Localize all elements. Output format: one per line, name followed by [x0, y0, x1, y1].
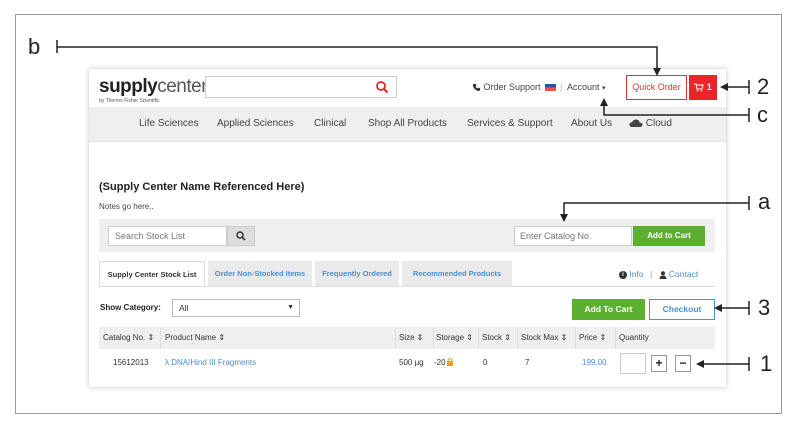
sort-icon: ⇕ — [599, 333, 607, 342]
sort-icon: ⇕ — [560, 333, 568, 342]
nav-services-support[interactable]: Services & Support — [467, 107, 553, 141]
nav-applied-sciences[interactable]: Applied Sciences — [217, 107, 294, 141]
row-price: 199.00 — [582, 358, 607, 367]
checkout-button[interactable]: Checkout — [649, 299, 715, 320]
nav-clinical[interactable]: Clinical — [314, 107, 346, 141]
main-nav: Life Sciences Applied Sciences Clinical … — [89, 107, 726, 142]
tab-frequently-ordered[interactable]: Frequently Ordered — [315, 261, 399, 287]
sort-icon: ⇕ — [218, 333, 226, 342]
column-divider — [517, 327, 518, 349]
sort-icon: ⇕ — [416, 333, 424, 342]
order-support-link[interactable]: Order Support — [472, 82, 556, 92]
annotation-label-a: a — [758, 189, 771, 214]
nav-cloud[interactable]: Cloud — [629, 107, 672, 141]
flag-icon — [544, 84, 556, 92]
site-search-input[interactable] — [210, 78, 374, 98]
chevron-down-icon: ▾ — [602, 85, 606, 92]
info-icon: i — [619, 270, 627, 279]
tab-order-non-stocked-items[interactable]: Order Non-Stocked Items — [208, 261, 312, 287]
account-menu[interactable]: Account ▾ — [567, 82, 606, 92]
column-divider — [575, 327, 576, 349]
quantity-minus-button[interactable]: − — [675, 355, 691, 372]
row-storage: -20 — [434, 353, 454, 373]
nav-cloud-label: Cloud — [645, 118, 672, 129]
quantity-plus-button[interactable]: + — [651, 355, 667, 372]
order-support-label: Order Support — [483, 82, 541, 92]
cloud-icon — [629, 119, 643, 128]
nav-life-sciences[interactable]: Life Sciences — [139, 107, 198, 141]
table-header: Catalog No. ⇕ Product Name ⇕ Size ⇕ Stor… — [99, 327, 715, 349]
quick-order-button[interactable]: Quick Order — [626, 75, 687, 100]
search-icon — [236, 231, 246, 241]
col-quantity: Quantity — [619, 333, 649, 342]
page-notes: Notes go here.. — [99, 202, 154, 211]
row-product-link[interactable]: λ DNA/Hind III Fragments — [165, 353, 256, 373]
row-stock-max: 7 — [525, 358, 530, 367]
tab-recommended-products[interactable]: Recommended Products — [402, 261, 512, 287]
col-stock[interactable]: Stock ⇕ — [482, 327, 511, 349]
annotation-label-1: 1 — [760, 351, 773, 376]
annotation-label-2: 2 — [757, 74, 770, 99]
logo[interactable]: supplycenter by Thermo Fisher Scientific — [99, 76, 208, 105]
column-divider — [160, 327, 161, 349]
add-to-cart-list-button[interactable]: Add To Cart — [572, 299, 645, 320]
category-select[interactable]: All ▼ — [172, 299, 300, 317]
logo-bold: supply — [99, 76, 158, 97]
cart-button[interactable]: 1 — [689, 75, 717, 100]
contact-link[interactable]: Contact — [669, 269, 698, 279]
site-search — [205, 76, 397, 98]
catalog-number-input[interactable] — [514, 226, 632, 246]
tab-underline — [99, 286, 715, 287]
cart-icon — [694, 83, 704, 92]
add-to-cart-button[interactable]: Add to Cart — [633, 226, 705, 246]
col-storage[interactable]: Storage ⇕ — [436, 327, 473, 349]
account-label: Account — [567, 82, 600, 92]
sort-icon: ⇕ — [466, 333, 473, 342]
sort-icon: ⇕ — [504, 333, 511, 342]
supply-center-window: supplycenter by Thermo Fisher Scientific… — [89, 69, 726, 387]
tab-supply-center-stock-list[interactable]: Supply Center Stock List — [99, 261, 205, 287]
sort-icon: ⇕ — [147, 333, 155, 342]
col-price[interactable]: Price ⇕ — [579, 327, 606, 349]
annotation-label-3: 3 — [758, 295, 771, 320]
stock-search-button[interactable] — [227, 226, 255, 246]
col-catalog-no[interactable]: Catalog No. ⇕ — [103, 327, 154, 349]
logo-subtitle: by Thermo Fisher Scientific — [99, 98, 160, 104]
annotation-label-c: c — [757, 102, 768, 127]
annotation-label-b: b — [28, 34, 41, 59]
phone-icon — [472, 84, 481, 92]
nav-shop-all-products[interactable]: Shop All Products — [368, 107, 447, 141]
row-size: 500 µg — [399, 358, 424, 367]
col-product-name[interactable]: Product Name ⇕ — [165, 327, 225, 349]
column-divider — [433, 327, 434, 349]
stock-list-search-input[interactable] — [108, 226, 227, 246]
cart-count: 1 — [706, 82, 712, 92]
nav-about-us[interactable]: About Us — [571, 107, 612, 141]
info-link[interactable]: Info — [629, 269, 643, 279]
lock-icon — [446, 357, 453, 366]
info-contact-links: i Info | Contact — [619, 269, 698, 279]
caret-down-icon: ▼ — [287, 304, 294, 311]
col-size[interactable]: Size ⇕ — [399, 327, 424, 349]
category-selected: All — [179, 303, 189, 313]
column-divider — [478, 327, 479, 349]
page-title: (Supply Center Name Referenced Here) — [99, 181, 305, 193]
quantity-input[interactable] — [620, 353, 646, 374]
user-icon — [659, 271, 667, 279]
logo-light: center — [157, 76, 208, 97]
link-divider: | — [649, 269, 653, 279]
row-stock: 0 — [483, 358, 488, 367]
column-divider — [395, 327, 396, 349]
column-divider — [615, 327, 616, 349]
row-catalog-no: 15612013 — [113, 358, 149, 367]
search-icon[interactable] — [375, 80, 389, 94]
show-category-label: Show Category: — [100, 303, 161, 312]
col-stock-max[interactable]: Stock Max ⇕ — [521, 327, 567, 349]
divider: | — [560, 82, 563, 92]
